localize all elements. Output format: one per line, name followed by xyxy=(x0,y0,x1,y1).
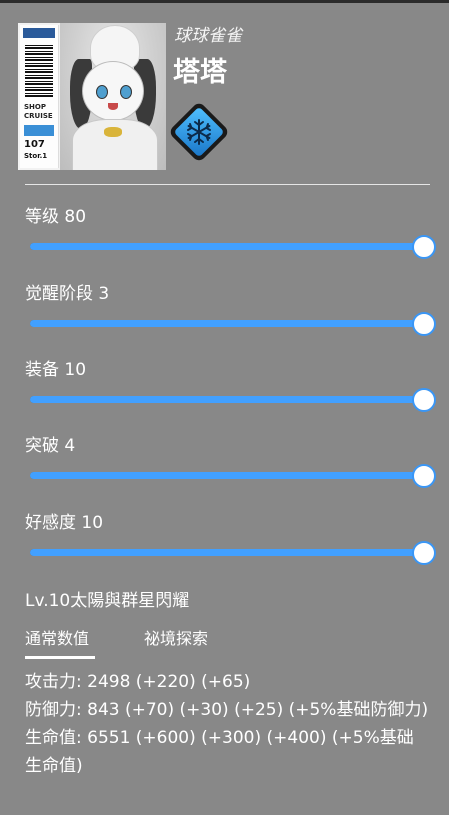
strip-number-sub: Stor.1 xyxy=(24,152,48,160)
slider-fill xyxy=(30,472,424,479)
skill-name: Lv.10太陽與群星閃耀 xyxy=(25,591,190,611)
awakening-label: 觉醒阶段 3 xyxy=(25,284,110,304)
awakening-slider[interactable] xyxy=(30,312,436,336)
slider-fill xyxy=(30,320,424,327)
character-name: 塔塔 xyxy=(173,57,227,88)
affection-label: 好感度 10 xyxy=(25,513,104,533)
slider-thumb[interactable] xyxy=(412,312,436,336)
tab-secret-realm[interactable]: 祕境探索 xyxy=(144,625,208,649)
slider-thumb[interactable] xyxy=(412,464,436,488)
strip-text-line: CRUISE xyxy=(24,112,53,120)
attack-stat: 攻击力: 2498 (+220) (+65) xyxy=(25,672,251,692)
slider-fill xyxy=(30,549,424,556)
character-header: SHOP CRUISE 107 Stor.1 球球雀雀 塔塔 xyxy=(18,20,438,170)
character-card: SHOP CRUISE 107 Stor.1 xyxy=(18,23,166,170)
card-side-strip: SHOP CRUISE 107 Stor.1 xyxy=(20,25,59,168)
top-bar xyxy=(0,0,449,3)
strip-badge xyxy=(24,125,54,136)
portrait-eye-right xyxy=(120,85,132,99)
breakthrough-slider[interactable] xyxy=(30,464,436,488)
barcode-icon xyxy=(25,45,53,97)
slider-thumb[interactable] xyxy=(412,388,436,412)
active-tab-indicator xyxy=(25,656,95,659)
header-divider xyxy=(25,184,430,185)
slider-thumb[interactable] xyxy=(412,235,436,259)
character-portrait xyxy=(60,23,166,170)
defense-stat: 防御力: 843 (+70) (+30) (+25) (+5%基础防御力) xyxy=(25,700,429,720)
level-slider[interactable] xyxy=(30,235,436,259)
strip-text-line: SHOP xyxy=(24,103,46,111)
stats-list: 攻击力: 2498 (+220) (+65) 防御力: 843 (+70) (+… xyxy=(25,668,430,780)
tab-normal-stats[interactable]: 通常数值 xyxy=(25,625,89,649)
equipment-slider[interactable] xyxy=(30,388,436,412)
strip-number: 107 xyxy=(24,139,45,150)
portrait-face xyxy=(82,61,144,121)
slider-fill xyxy=(30,396,424,403)
equipment-label: 装备 10 xyxy=(25,360,87,380)
snowflake-icon xyxy=(176,109,222,155)
breakthrough-label: 突破 4 xyxy=(25,436,76,456)
character-subtitle: 球球雀雀 xyxy=(174,26,242,46)
slider-thumb[interactable] xyxy=(412,541,436,565)
portrait-eye-left xyxy=(96,85,108,99)
slider-fill xyxy=(30,243,424,250)
affection-slider[interactable] xyxy=(30,541,436,565)
portrait-bow xyxy=(104,127,122,137)
portrait-mouth xyxy=(108,103,118,110)
level-label: 等级 80 xyxy=(25,207,87,227)
hp-stat: 生命值: 6551 (+600) (+300) (+400) (+5%基础生命值… xyxy=(25,728,414,776)
strip-color-band xyxy=(23,28,55,38)
